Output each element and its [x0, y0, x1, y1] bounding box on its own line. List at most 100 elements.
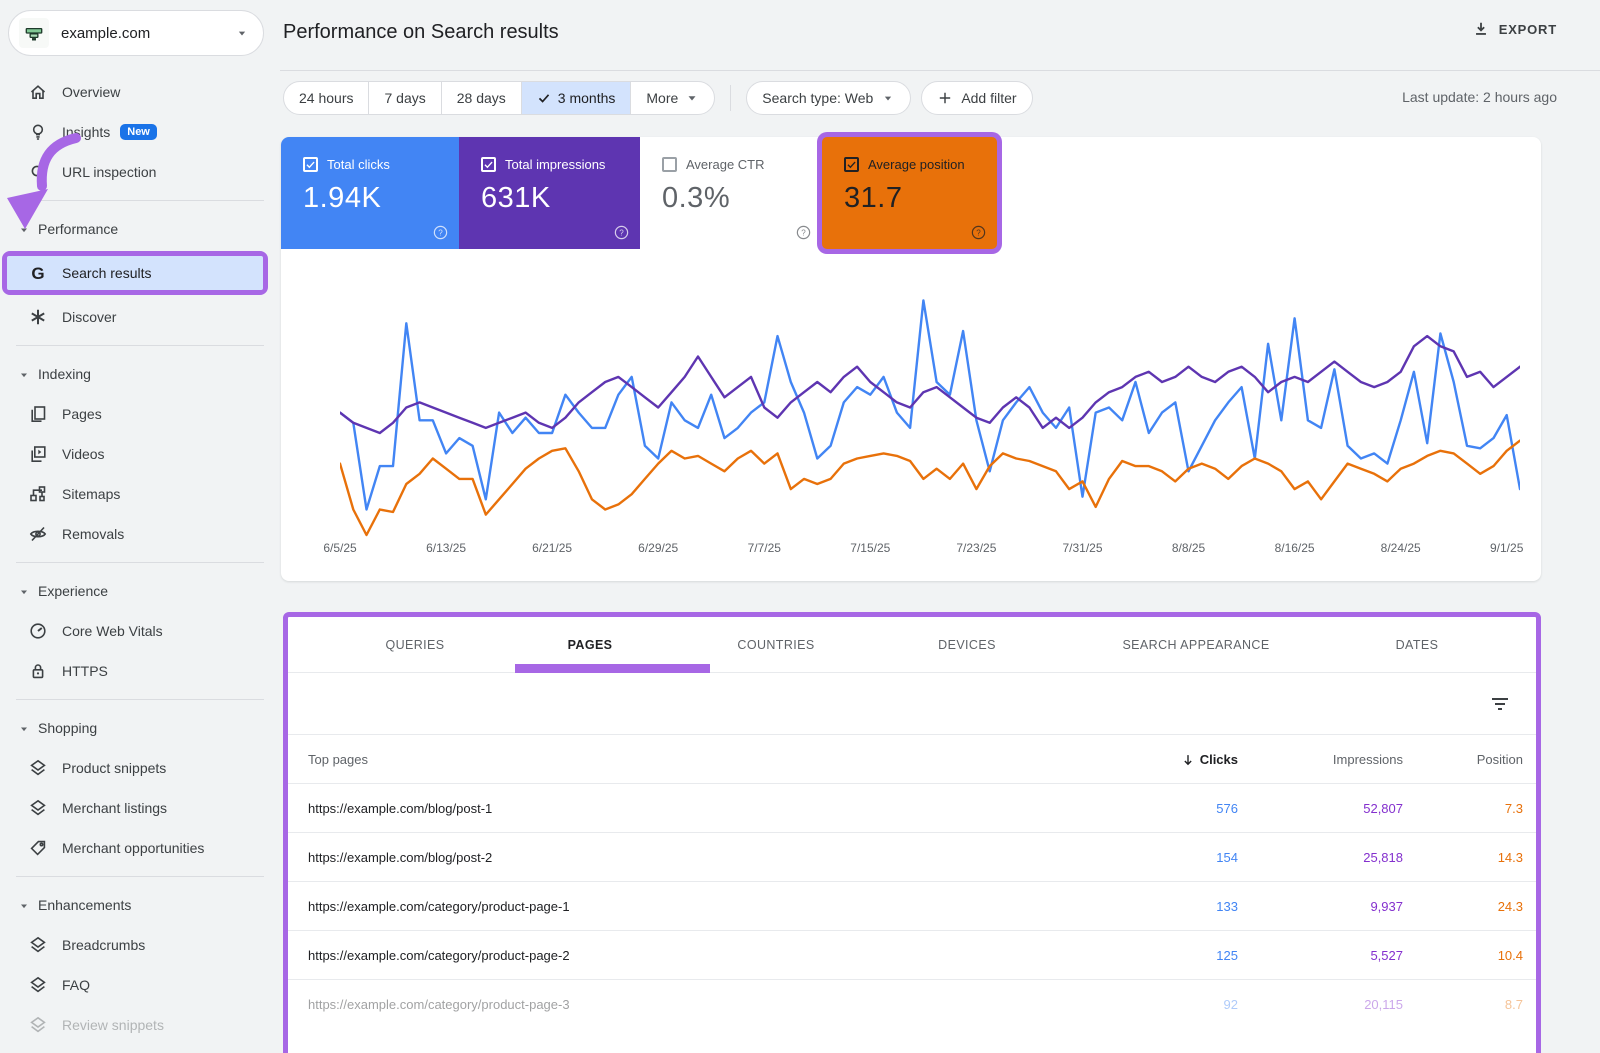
page-url[interactable]: https://example.com/blog/post-2	[308, 833, 492, 882]
sidebar-item-label: Breadcrumbs	[62, 937, 146, 953]
tab-dates[interactable]: DATES	[1396, 617, 1439, 673]
sidebar-item-label: Pages	[62, 406, 102, 422]
sidebar-item-removals[interactable]: Removals	[0, 514, 280, 554]
date-chip-3-months[interactable]: 3 months	[520, 82, 631, 114]
date-chip-label: 24 hours	[299, 90, 354, 106]
metric-card-average-position[interactable]: Average position 31.7?	[822, 137, 997, 249]
chevron-down-icon	[18, 722, 30, 734]
sidebar-section-label: Enhancements	[38, 897, 132, 913]
help-icon[interactable]: ?	[432, 224, 449, 241]
metric-card-total-clicks[interactable]: Total clicks 1.94K?	[281, 137, 459, 249]
sidebar-item-faq[interactable]: FAQ	[0, 965, 280, 1005]
help-icon[interactable]: ?	[795, 224, 812, 241]
sidebar-item-merchant-listings[interactable]: Merchant listings	[0, 788, 280, 828]
sidebar-item-pages[interactable]: Pages	[0, 394, 280, 434]
metric-value: 0.3%	[662, 182, 731, 214]
date-chip-more[interactable]: More	[630, 82, 714, 114]
layers-icon	[28, 975, 48, 995]
sidebar-item-label: Overview	[62, 84, 121, 100]
help-icon[interactable]: ?	[970, 224, 987, 241]
sidebar-section-indexing[interactable]: Indexing	[0, 354, 280, 394]
sidebar-section-experience[interactable]: Experience	[0, 571, 280, 611]
column-header-impressions[interactable]: Impressions	[1333, 735, 1403, 784]
page-url[interactable]: https://example.com/category/product-pag…	[308, 980, 570, 1029]
add-filter-button[interactable]: Add filter	[921, 81, 1033, 115]
sidebar-section-label: Indexing	[38, 366, 91, 382]
sidebar-item-videos[interactable]: Videos	[0, 434, 280, 474]
page-url[interactable]: https://example.com/category/product-pag…	[308, 931, 570, 980]
metric-card-average-ctr[interactable]: Average CTR 0.3%?	[640, 137, 822, 249]
sidebar-item-merchant-opportunities[interactable]: Merchant opportunities	[0, 828, 280, 868]
chevron-down-icon	[881, 91, 895, 105]
performance-line-chart[interactable]	[340, 275, 1520, 545]
tab-search-appearance[interactable]: SEARCH APPEARANCE	[1122, 617, 1269, 673]
download-icon	[1475, 22, 1486, 35]
column-header-top-pages[interactable]: Top pages	[308, 735, 368, 784]
export-button[interactable]: EXPORT	[1472, 20, 1557, 38]
sort-arrow-down-icon	[1184, 754, 1192, 765]
sidebar-item-sitemaps[interactable]: Sitemaps	[0, 474, 280, 514]
checkbox-unchecked-icon[interactable]	[662, 157, 677, 172]
lock-icon	[28, 661, 48, 681]
page-url[interactable]: https://example.com/category/product-pag…	[308, 882, 570, 931]
column-header-clicks[interactable]: Clicks	[1181, 735, 1238, 784]
layers-icon	[28, 935, 48, 955]
tab-countries[interactable]: COUNTRIES	[737, 617, 814, 673]
table-row[interactable]: https://example.com/blog/post-2 154 25,818…	[288, 833, 1536, 882]
position-value: 7.3	[1504, 801, 1523, 816]
tab-devices[interactable]: DEVICES	[938, 617, 996, 673]
table-row[interactable]: https://example.com/category/product-pag…	[288, 882, 1536, 931]
x-axis-label: 7/15/25	[850, 541, 891, 555]
metric-value: 31.7	[844, 182, 903, 214]
column-header-position[interactable]: Position	[1477, 735, 1523, 784]
metric-value: 1.94K	[303, 182, 382, 214]
impressions-value: 20,115	[1364, 997, 1403, 1012]
sidebar-item-product-snippets[interactable]: Product snippets	[0, 748, 280, 788]
chart-x-axis-labels: 6/5/25 6/13/25 6/21/25 6/29/25 7/7/25 7/15/25…	[323, 541, 1523, 559]
table-row[interactable]: https://example.com/category/product-pag…	[288, 980, 1536, 1029]
metric-card-total-impressions[interactable]: Total impressions 631K?	[459, 137, 640, 249]
checkbox-checked-icon[interactable]	[481, 157, 496, 172]
sidebar-section-performance[interactable]: Performance	[0, 209, 280, 249]
sidebar-item-discover[interactable]: Discover	[0, 297, 280, 337]
date-chip-28-days[interactable]: 28 days	[440, 82, 521, 114]
plus-icon	[940, 92, 951, 104]
sidebar-divider	[16, 200, 264, 201]
sidebar-item-search-results[interactable]: G Search results	[7, 256, 263, 290]
sidebar-item-core-web-vitals[interactable]: Core Web Vitals	[0, 611, 280, 651]
sidebar-item-review-snippets[interactable]: Review snippets	[0, 1005, 280, 1045]
sidebar-item-overview[interactable]: Overview	[0, 72, 280, 112]
position-value: 24.3	[1497, 899, 1523, 914]
checkbox-checked-icon[interactable]	[844, 157, 859, 172]
page-url[interactable]: https://example.com/blog/post-1	[308, 784, 492, 833]
sitemap-icon	[28, 484, 48, 504]
sidebar-item-breadcrumbs[interactable]: Breadcrumbs	[0, 925, 280, 965]
checkbox-checked-icon[interactable]	[303, 157, 318, 172]
date-chip-7-days[interactable]: 7 days	[368, 82, 440, 114]
sidebar-item-url-inspection[interactable]: URL inspection	[0, 152, 280, 192]
sidebar-item-label: Discover	[62, 309, 117, 325]
impressions-value: 5,527	[1370, 948, 1403, 963]
table-row[interactable]: https://example.com/blog/post-1 576 52,807…	[288, 784, 1536, 833]
property-selector[interactable]: example.com	[8, 10, 264, 56]
sidebar-item-insights[interactable]: Insights New	[0, 112, 280, 152]
help-icon[interactable]: ?	[613, 224, 630, 241]
date-chip-24-hours[interactable]: 24 hours	[284, 82, 368, 114]
x-axis-label: 6/13/25	[426, 541, 467, 555]
tab-queries[interactable]: QUERIES	[385, 617, 444, 673]
metric-cards: Total clicks 1.94K? Total impressions 631K?…	[281, 137, 997, 249]
sidebar-item-label: Insights	[62, 124, 111, 140]
sidebar-section-shopping[interactable]: Shopping	[0, 708, 280, 748]
impressions-value: 9,937	[1370, 899, 1403, 914]
sidebar-item-https[interactable]: HTTPS	[0, 651, 280, 691]
chevron-down-icon	[18, 585, 30, 597]
filter-list-icon[interactable]	[1490, 694, 1510, 714]
date-chip-label: 7 days	[384, 90, 426, 106]
sidebar-section-enhancements[interactable]: Enhancements	[0, 885, 280, 925]
home-icon	[28, 82, 48, 102]
search-type-dropdown[interactable]: Search type: Web	[746, 81, 912, 115]
chevron-down-icon	[18, 368, 30, 380]
metric-value: 631K	[481, 182, 551, 214]
table-row[interactable]: https://example.com/category/product-pag…	[288, 931, 1536, 980]
sidebar-divider	[16, 345, 264, 346]
